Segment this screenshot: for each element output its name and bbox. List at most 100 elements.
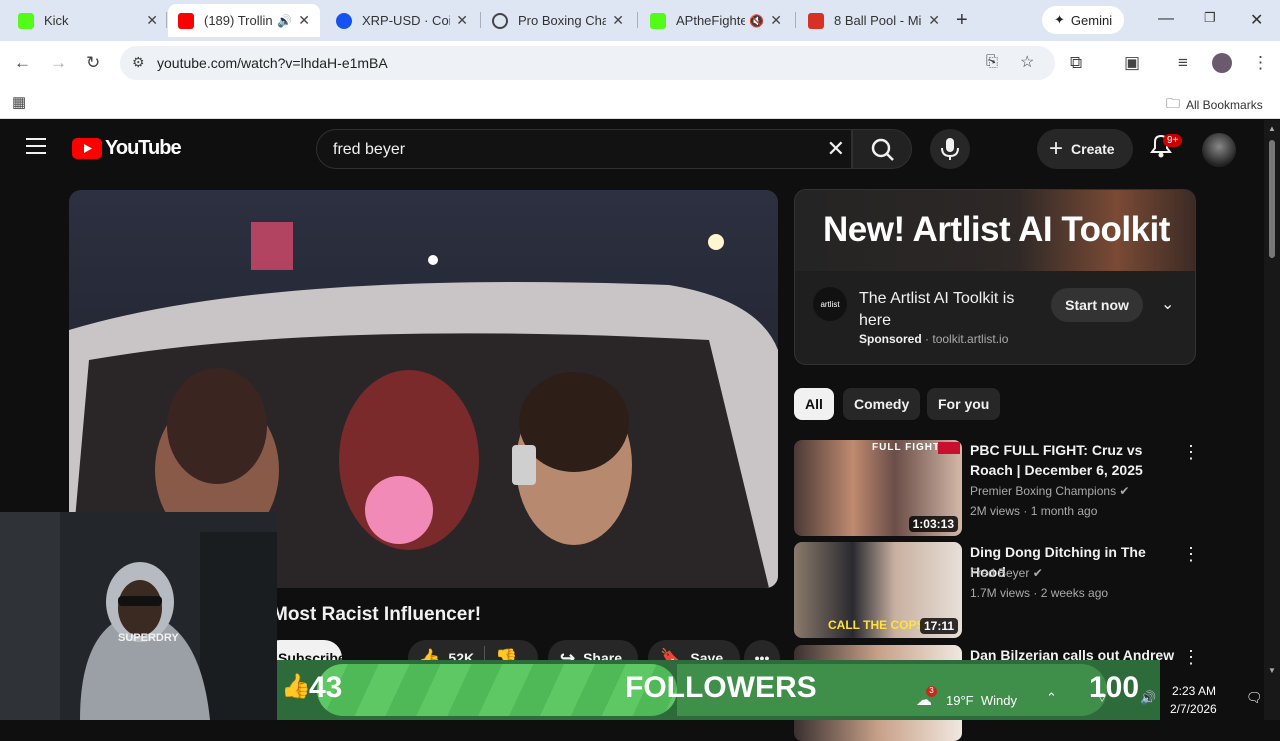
verified-icon: ✔ xyxy=(1119,484,1130,498)
forward-arrow-icon[interactable]: → xyxy=(50,53,67,73)
star-icon[interactable]: ☆ xyxy=(1020,52,1034,72)
plus-icon: + xyxy=(1049,135,1064,162)
media-control-icon[interactable]: ≡ xyxy=(1178,53,1188,73)
ad-domain: toolkit.artlist.io xyxy=(932,332,1009,346)
speaker-icon[interactable]: 🔊 xyxy=(277,14,292,28)
channel-name[interactable]: Premier Boxing Champions xyxy=(970,484,1116,498)
ad-banner-text: New! Artlist AI Toolkit xyxy=(823,210,1170,249)
youtube-header: YouTube fred beyer ✕ + Create 9+ xyxy=(0,120,1264,178)
tab-title: 8 Ball Pool - Mi xyxy=(834,13,922,28)
artlist-logo-text: artlist xyxy=(820,299,840,309)
extensions-icon[interactable]: ⧉ xyxy=(1070,53,1082,73)
tab-8ball[interactable]: 8 Ball Pool - Mi ✕ xyxy=(798,4,950,37)
restore-button[interactable]: ❐ xyxy=(1204,10,1216,26)
artlist-logo: artlist xyxy=(813,287,847,321)
list-item[interactable]: CALL THE COPS 17:11 Ding Dong Ditching i… xyxy=(794,542,1204,638)
scroll-down-icon[interactable]: ▼ xyxy=(1268,666,1276,675)
account-avatar[interactable] xyxy=(1202,133,1236,167)
create-label: Create xyxy=(1071,141,1115,157)
thumbs-up-icon: 👍 xyxy=(281,673,311,700)
more-options-icon[interactable]: ⋮ xyxy=(1182,544,1200,565)
install-icon[interactable]: ⎘ xyxy=(986,53,998,70)
site-info-icon[interactable]: ⚙ xyxy=(132,54,145,71)
tab-title: APtheFighter xyxy=(676,13,746,28)
search-button[interactable] xyxy=(852,129,912,169)
cta-label: Start now xyxy=(1065,297,1129,313)
start-now-button[interactable]: Start now xyxy=(1051,288,1143,322)
kick-icon xyxy=(18,12,34,29)
tab-kick[interactable]: Kick ✕ xyxy=(8,4,168,37)
notification-badge: 9+ xyxy=(1163,134,1183,147)
back-arrow-icon[interactable]: ← xyxy=(14,53,31,73)
video-title[interactable]: PBC FULL FIGHT: Cruz vs Roach | December… xyxy=(970,440,1180,480)
weather-text[interactable]: 19°F Windy xyxy=(946,693,1017,708)
search-input[interactable]: fred beyer ✕ xyxy=(316,129,852,169)
clear-icon[interactable]: ✕ xyxy=(827,136,845,162)
notification-center-icon[interactable]: 🗨 xyxy=(1246,690,1263,706)
network-icon[interactable]: ⌔ xyxy=(1096,690,1108,706)
list-item[interactable]: FULL FIGHT 1:03:13 PBC FULL FIGHT: Cruz … xyxy=(794,440,1204,536)
chip-label: Comedy xyxy=(854,396,910,412)
upload-age: 2 weeks ago xyxy=(1040,586,1109,600)
all-bookmarks[interactable]: 🗀 All Bookmarks xyxy=(1166,93,1263,117)
coinbase-icon xyxy=(336,12,352,29)
youtube-logo[interactable]: YouTube xyxy=(72,137,182,160)
close-icon[interactable]: ✕ xyxy=(146,12,158,29)
close-icon[interactable]: ✕ xyxy=(612,12,624,29)
new-tab-button[interactable]: + xyxy=(956,9,968,32)
sponsored-ad[interactable]: New! Artlist AI Toolkit artlist The Artl… xyxy=(794,189,1196,365)
video-thumbnail[interactable]: FULL FIGHT 1:03:13 xyxy=(794,440,962,536)
close-icon[interactable]: ✕ xyxy=(928,12,940,29)
chevron-down-icon[interactable]: ⌄ xyxy=(1161,294,1174,314)
hamburger-icon[interactable] xyxy=(26,138,46,154)
channel-name[interactable]: Fred Beyer xyxy=(970,566,1029,580)
close-icon[interactable]: ✕ xyxy=(770,12,782,29)
muted-icon[interactable]: 🔇 xyxy=(749,14,764,28)
scrollbar-thumb[interactable] xyxy=(1269,140,1275,258)
reload-icon[interactable]: ↻ xyxy=(86,53,100,73)
tab-title: (189) Trolling xyxy=(204,13,274,28)
tab-title: XRP-USD · Coin xyxy=(362,13,451,28)
tab-apthefighter[interactable]: APtheFighter 🔇 ✕ xyxy=(640,4,792,37)
chip-comedy[interactable]: Comedy xyxy=(843,388,921,420)
gemini-button[interactable]: ✦ Gemini xyxy=(1042,6,1125,34)
scrollbar[interactable]: ▲ ▼ xyxy=(1264,120,1280,720)
chip-for-you[interactable]: For you xyxy=(927,388,1001,420)
voice-search-button[interactable] xyxy=(930,129,970,169)
pbc-badge-icon xyxy=(938,442,960,454)
upload-age: 1 month ago xyxy=(1030,504,1098,518)
tab-youtube[interactable]: (189) Trolling 🔊 ✕ xyxy=(168,4,320,37)
all-bookmarks-label: All Bookmarks xyxy=(1186,98,1263,112)
clock-date[interactable]: 2/7/2026 xyxy=(1170,702,1217,716)
tab-strip: Kick ✕ (189) Trolling 🔊 ✕ XRP-USD · Coin… xyxy=(0,0,1280,41)
profile-avatar[interactable] xyxy=(1212,53,1232,73)
tab-xrp[interactable]: XRP-USD · Coin ✕ xyxy=(326,4,478,37)
chip-label: All xyxy=(805,396,823,412)
clock-time[interactable]: 2:23 AM xyxy=(1172,684,1216,698)
duration-badge: 1:03:13 xyxy=(908,516,958,532)
ad-title: The Artlist AI Toolkit is here xyxy=(859,290,1015,329)
menu-dots-icon[interactable]: ⋮ xyxy=(1252,53,1269,73)
chevron-up-icon[interactable]: ⌃ xyxy=(1046,690,1057,706)
follower-count: 43 xyxy=(309,671,343,704)
volume-icon[interactable]: 🔊 xyxy=(1140,690,1156,706)
more-options-icon[interactable]: ⋮ xyxy=(1182,442,1200,463)
more-options-icon[interactable]: ⋮ xyxy=(1182,647,1200,668)
window-close-button[interactable]: ✕ xyxy=(1250,10,1263,30)
scroll-up-icon[interactable]: ▲ xyxy=(1268,124,1276,133)
address-bar[interactable]: ⚙ youtube.com/watch?v=lhdaH-e1mBA ⎘ ☆ xyxy=(120,46,1055,80)
minimize-button[interactable]: — xyxy=(1158,10,1174,28)
create-button[interactable]: + Create xyxy=(1037,129,1133,169)
youtube-icon xyxy=(178,12,194,29)
apps-grid-icon[interactable]: ▦ xyxy=(12,93,26,111)
close-icon[interactable]: ✕ xyxy=(456,12,468,29)
tab-pro-boxing[interactable]: Pro Boxing Char ✕ xyxy=(482,4,634,37)
kick-icon xyxy=(650,12,666,29)
view-count: 1.7M views xyxy=(970,586,1031,600)
browser-toolbar: ← → ↻ ⚙ youtube.com/watch?v=lhdaH-e1mBA … xyxy=(0,41,1280,85)
chip-all[interactable]: All xyxy=(794,388,834,420)
tab-search-icon[interactable]: ▣ xyxy=(1124,53,1140,73)
search-icon xyxy=(871,138,894,161)
close-icon[interactable]: ✕ xyxy=(298,12,310,29)
video-thumbnail[interactable]: CALL THE COPS 17:11 xyxy=(794,542,962,638)
